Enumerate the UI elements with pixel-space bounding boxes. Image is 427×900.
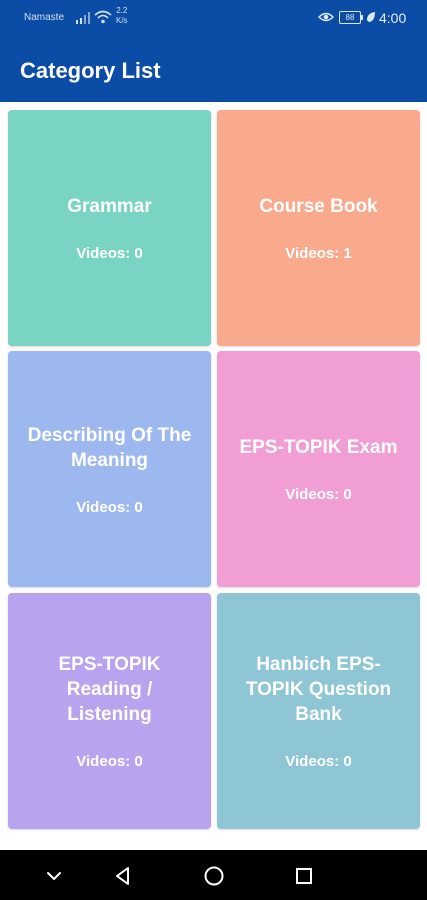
- category-title: Describing Of The Meaning: [27, 424, 192, 471]
- signal-icon: [76, 12, 90, 24]
- category-card[interactable]: EPS-TOPIK Reading / Listening Videos: 0: [8, 593, 211, 829]
- category-video-count: Videos: 0: [76, 245, 143, 262]
- category-video-count: Videos: 0: [285, 753, 352, 770]
- category-grid: Grammar Videos: 0 Course Book Videos: 1 …: [0, 102, 427, 850]
- category-card[interactable]: Hanbich EPS-TOPIK Question Bank Videos: …: [217, 593, 420, 829]
- battery-icon: 88: [339, 11, 363, 24]
- category-video-count: Videos: 0: [76, 498, 143, 516]
- system-nav-bar: [0, 850, 427, 900]
- category-title: EPS-TOPIK Exam: [239, 437, 398, 458]
- category-card[interactable]: Describing Of The Meaning Videos: 0: [8, 351, 211, 587]
- back-icon[interactable]: [112, 865, 134, 887]
- network-speed: 2.2 K/s: [116, 6, 128, 26]
- category-title: Hanbich EPS-TOPIK Question Bank: [245, 654, 392, 725]
- network-speed-unit: K/s: [116, 16, 128, 25]
- chevron-down-icon[interactable]: [43, 865, 65, 887]
- wifi-icon: [94, 10, 112, 24]
- status-bar: Namaste 2.2 K/s 88 4:00: [0, 0, 427, 38]
- charging-leaf-icon: [367, 12, 375, 22]
- category-video-count: Videos: 0: [285, 486, 352, 503]
- carrier-name: Namaste: [24, 12, 65, 23]
- status-time: 4:00: [379, 10, 407, 26]
- category-card[interactable]: Course Book Videos: 1: [217, 110, 420, 346]
- battery-level: 88: [339, 11, 361, 24]
- eye-comfort-icon: [318, 12, 334, 22]
- category-title: EPS-TOPIK Reading / Listening: [58, 654, 161, 725]
- category-card[interactable]: Grammar Videos: 0: [8, 110, 211, 346]
- category-title: Course Book: [259, 196, 378, 217]
- app-bar: Category List: [0, 38, 427, 102]
- home-icon[interactable]: [203, 865, 225, 887]
- category-title: Grammar: [67, 196, 152, 217]
- category-card[interactable]: EPS-TOPIK Exam Videos: 0: [217, 351, 420, 587]
- network-speed-value: 2.2: [116, 6, 128, 15]
- recents-icon[interactable]: [293, 865, 315, 887]
- category-video-count: Videos: 1: [285, 245, 352, 262]
- page-title: Category List: [20, 58, 161, 83]
- category-video-count: Videos: 0: [76, 753, 143, 770]
